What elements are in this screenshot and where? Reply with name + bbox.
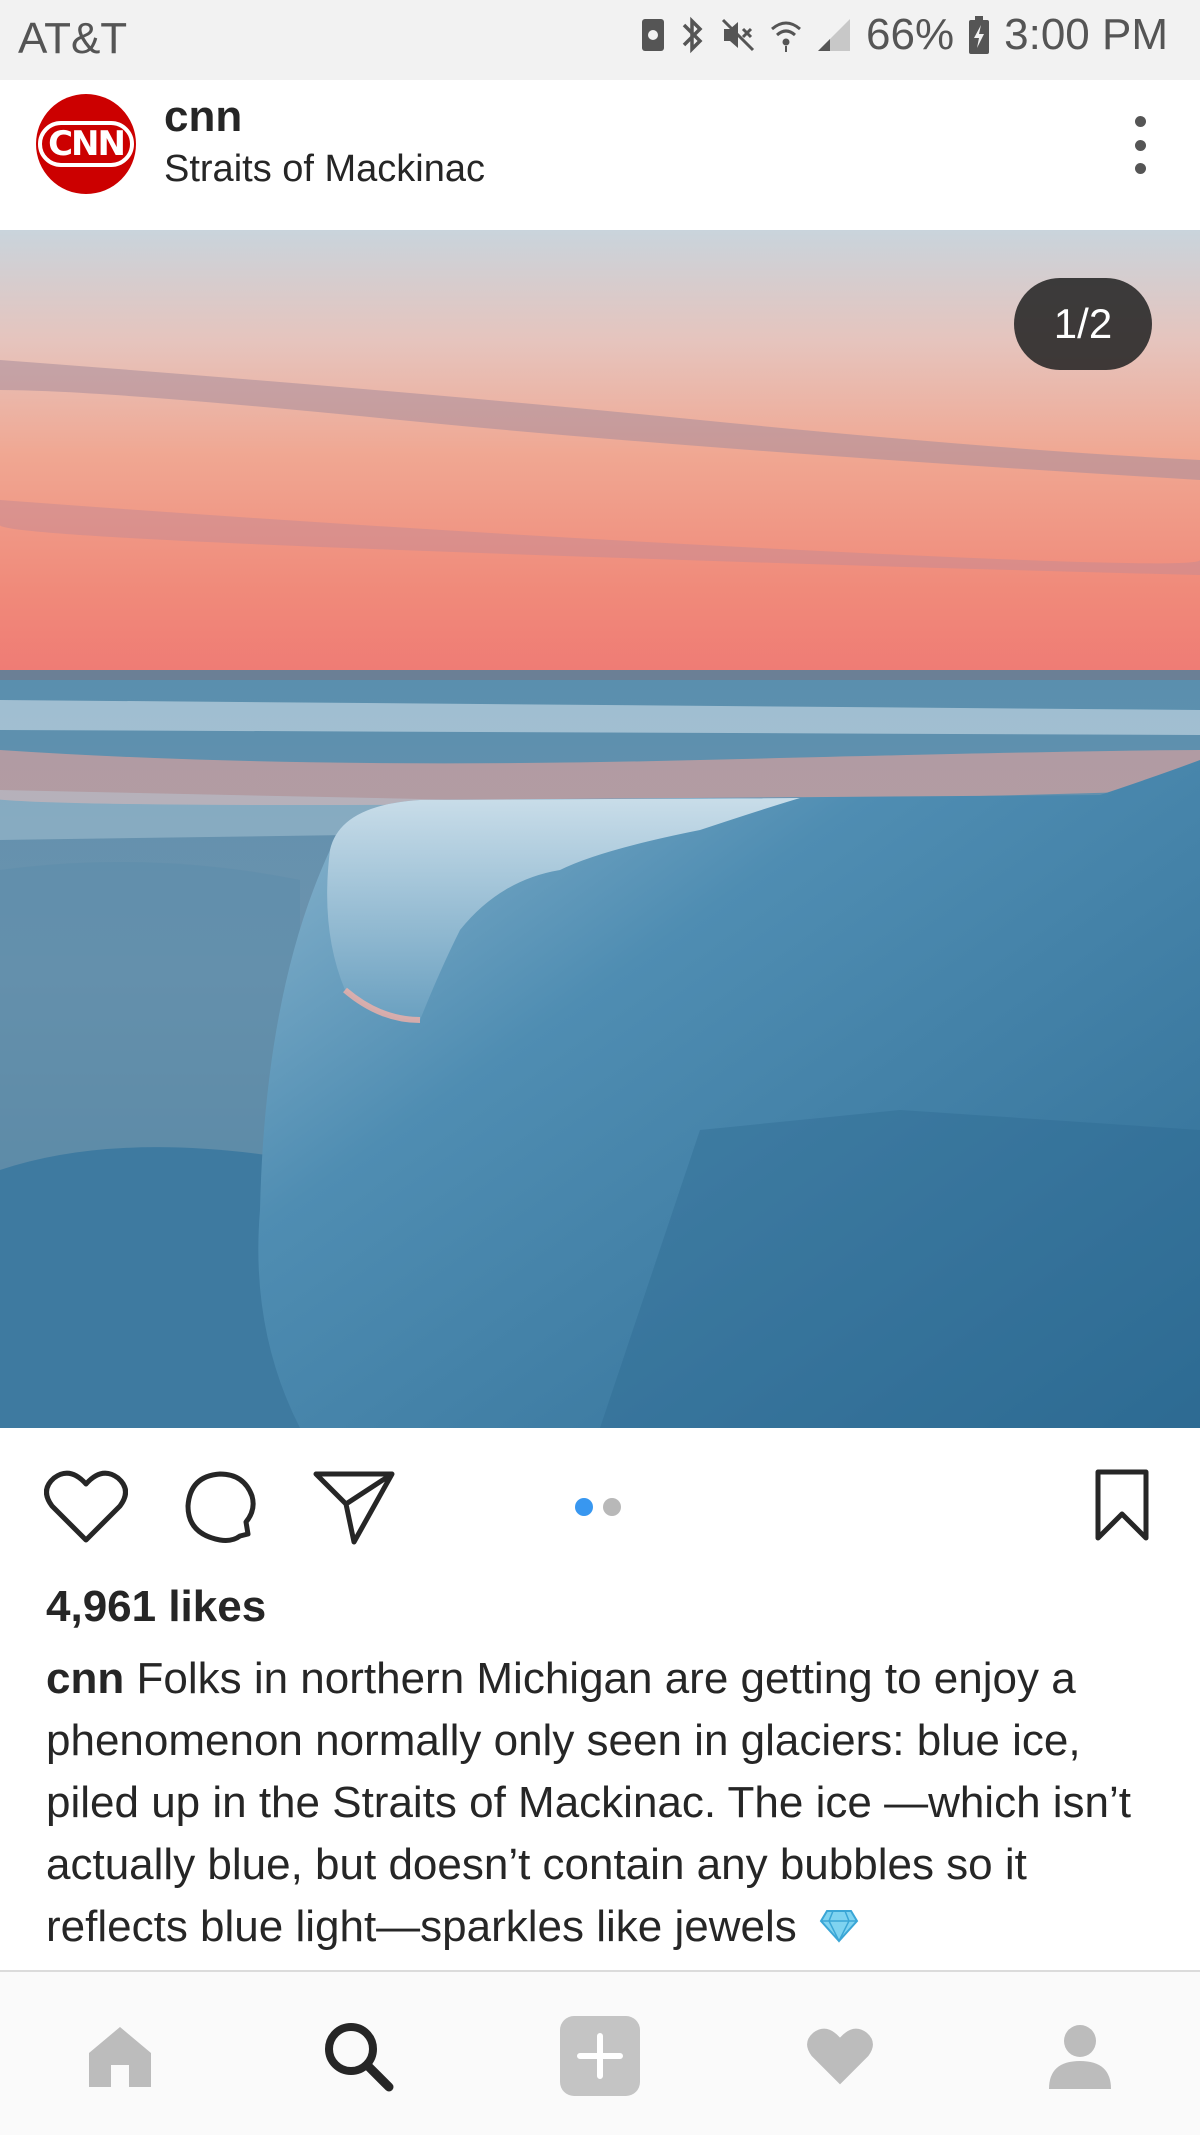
caption-username[interactable]: cnn <box>46 1654 124 1703</box>
bluetooth-icon <box>680 15 706 55</box>
post-action-bar <box>0 1428 1200 1578</box>
home-icon[interactable] <box>80 2016 160 2096</box>
new-post-icon[interactable] <box>560 2016 640 2096</box>
bottom-navigation <box>0 1970 1200 2135</box>
post-location[interactable]: Straits of Mackinac <box>164 148 485 191</box>
battery-percent: 66% <box>866 10 955 59</box>
mute-icon <box>720 17 756 53</box>
gem-icon <box>819 1898 859 1960</box>
signal-icon <box>816 17 852 53</box>
status-bar: AT&T 66% 3:00 PM <box>0 0 1200 80</box>
blue-ice-sunset-image <box>0 230 1200 1428</box>
avatar[interactable]: CNN <box>36 94 136 194</box>
cnn-logo: CNN <box>38 121 134 167</box>
search-icon[interactable] <box>318 2016 398 2096</box>
more-options-icon <box>1134 116 1146 127</box>
post-photo[interactable]: 1/2 <box>0 230 1200 1428</box>
carousel-counter: 1/2 <box>1014 278 1152 370</box>
carousel-dot <box>603 1498 621 1516</box>
post-username[interactable]: cnn <box>164 92 242 142</box>
wifi-icon <box>770 17 802 53</box>
carousel-dot-active <box>575 1498 593 1516</box>
profile-icon[interactable] <box>1040 2016 1120 2096</box>
comment-icon[interactable] <box>180 1468 260 1553</box>
like-heart-icon[interactable] <box>44 1468 128 1549</box>
carrier-label: AT&T <box>18 14 128 63</box>
post-caption: cnn Folks in northern Michigan are getti… <box>46 1648 1166 1960</box>
activity-icon[interactable] <box>800 2016 880 2096</box>
status-icons: 66% 3:00 PM <box>640 10 1168 60</box>
clock: 3:00 PM <box>1004 10 1168 59</box>
share-send-icon[interactable] <box>312 1468 396 1551</box>
sim-icon <box>640 17 666 53</box>
more-options-button[interactable] <box>1120 110 1160 180</box>
carousel-dots <box>575 1498 621 1516</box>
likes-count[interactable]: 4,961 likes <box>46 1582 266 1632</box>
post-header: CNN cnn Straits of Mackinac <box>0 80 1200 230</box>
bookmark-icon[interactable] <box>1094 1468 1150 1547</box>
battery-charging-icon <box>968 16 990 54</box>
caption-text: Folks in northern Michigan are getting t… <box>46 1654 1132 1951</box>
